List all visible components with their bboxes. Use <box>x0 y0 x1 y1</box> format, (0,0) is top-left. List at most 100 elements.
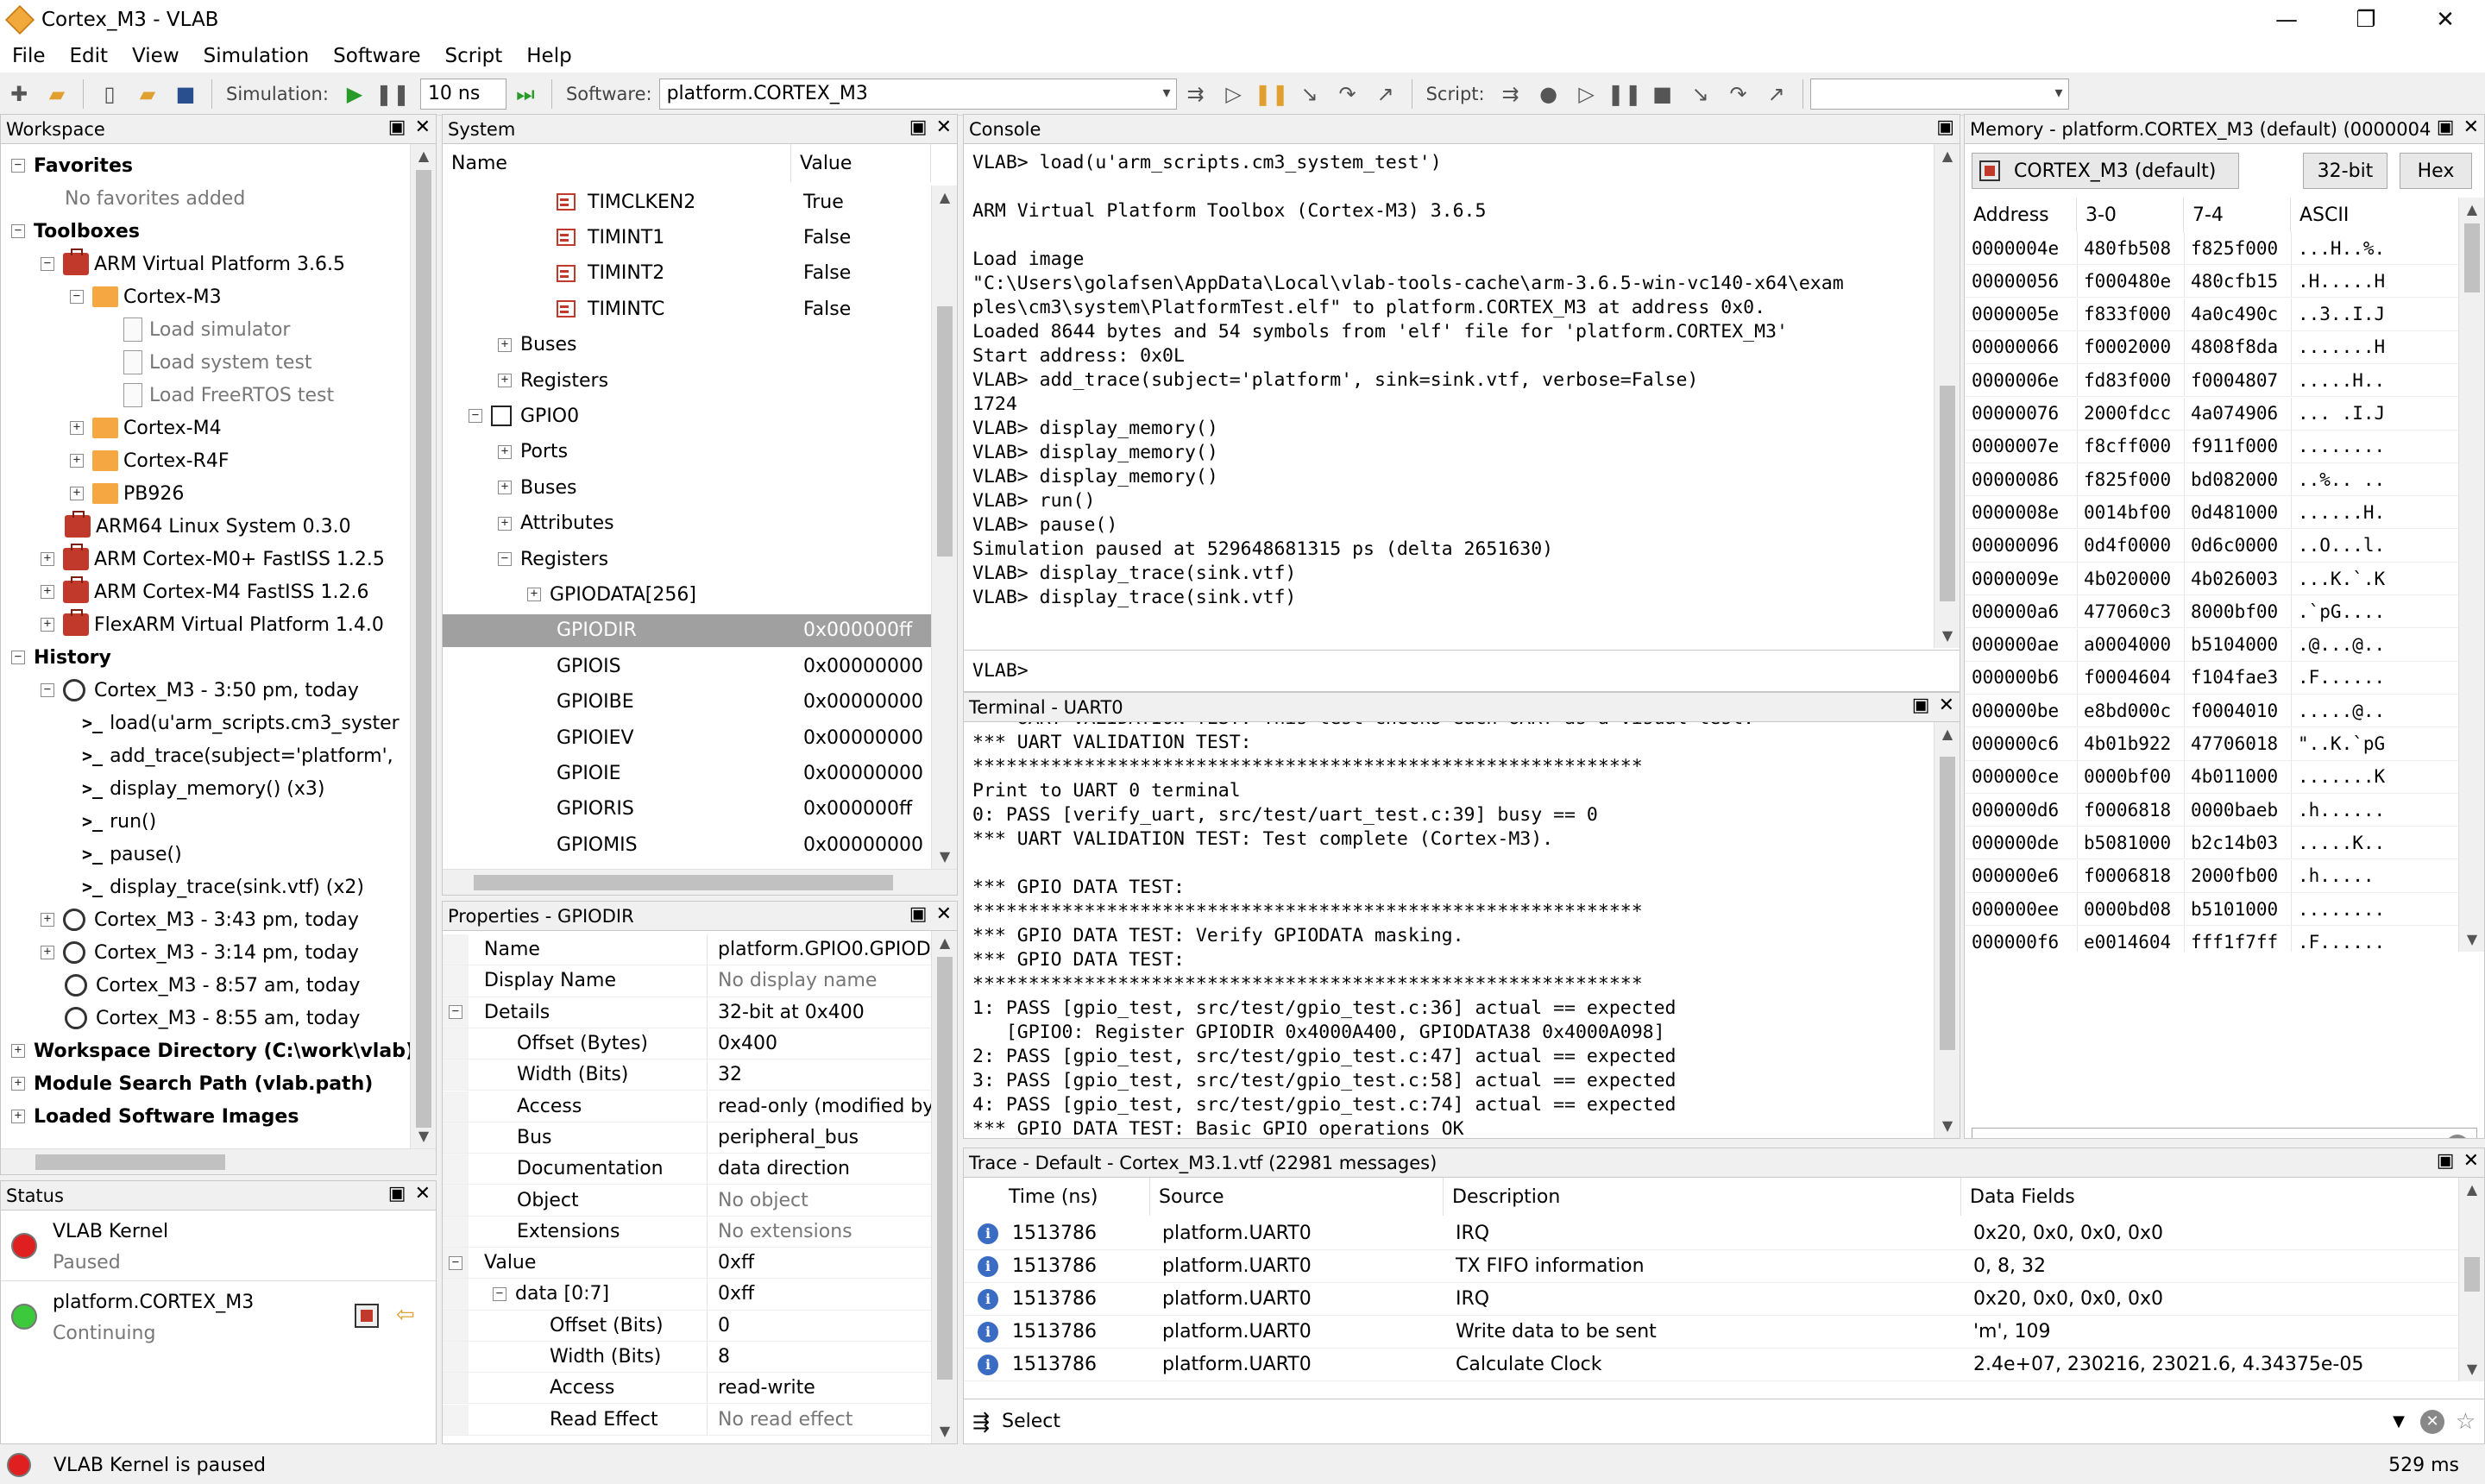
property-row[interactable]: Display Name No display name <box>443 965 931 997</box>
pause-icon[interactable]: ❚❚ <box>375 79 410 110</box>
memory-row[interactable]: 000000de b5081000 b2c14b03 .....K.. <box>1965 827 2458 860</box>
menu-file[interactable]: File <box>0 45 58 67</box>
float-icon[interactable]: ▣ <box>2437 1150 2455 1172</box>
workspace-tree-item[interactable]: >_ display_trace(sink.vtf) (x2) <box>82 871 364 903</box>
memory-row[interactable]: 000000d6 f0006818 0000baeb .h...... <box>1965 794 2458 827</box>
expand-icon[interactable]: + <box>527 588 541 602</box>
expand-icon[interactable]: + <box>41 585 54 599</box>
system-row[interactable]: TIMINTC False <box>443 292 931 325</box>
property-row[interactable]: Documentation data direction <box>443 1154 931 1185</box>
workspace-tree-item[interactable]: >_ load(u'arm_scripts.cm3_syster <box>82 707 399 739</box>
workspace-tree-item[interactable]: − Toolboxes <box>11 215 140 248</box>
system-row[interactable]: GPIOMIS 0x00000000 <box>443 828 931 861</box>
float-icon[interactable]: ▣ <box>909 116 928 138</box>
workspace-tree-item[interactable]: + Cortex_M3 - 3:43 pm, today <box>41 903 359 936</box>
trace-filter-input[interactable]: ⇶ Select ▼ ✕ ☆ <box>964 1399 2484 1443</box>
expand-icon[interactable]: + <box>11 1077 25 1091</box>
chevron-down-icon[interactable]: ▼ <box>2393 1412 2405 1431</box>
memory-row[interactable]: 0000009e 4b020000 4b026003 ...K.`.K <box>1965 563 2458 595</box>
sw-pause-icon[interactable]: ❚❚ <box>1254 79 1288 110</box>
property-row[interactable]: − Value 0xff <box>443 1248 931 1280</box>
expand-icon[interactable]: + <box>41 618 54 632</box>
property-row[interactable]: Offset (Bytes) 0x400 <box>443 1028 931 1060</box>
float-icon[interactable]: ▣ <box>388 116 406 138</box>
collapse-icon[interactable]: − <box>41 257 54 271</box>
workspace-tree-item[interactable]: >_ add_trace(subject='platform', <box>82 739 393 772</box>
width-32bit-button[interactable]: 32-bit <box>2303 153 2387 189</box>
expand-icon[interactable]: + <box>498 481 512 495</box>
expand-icon[interactable]: + <box>498 444 512 459</box>
properties-vscrollbar[interactable]: ▲ ▼ <box>931 931 957 1443</box>
clear-icon[interactable]: ✕ <box>2420 1409 2444 1434</box>
close-icon[interactable]: ✕ <box>1939 695 1954 716</box>
property-row[interactable]: Name platform.GPIO0.GPIODIR <box>443 934 931 966</box>
system-row[interactable]: + Registers <box>443 364 931 397</box>
script-step-out-icon[interactable]: ↗ <box>1761 79 1792 110</box>
script-run-icon[interactable]: ● <box>1533 79 1564 110</box>
step-duration-input[interactable]: 10 ns <box>419 78 506 110</box>
workspace-tree-item[interactable]: + FlexARM Virtual Platform 1.4.0 <box>41 608 384 641</box>
sw-step-over-icon[interactable]: ↷ <box>1332 79 1363 110</box>
workspace-tree-item[interactable]: Cortex_M3 - 8:57 am, today <box>41 969 360 1002</box>
console-vscrollbar[interactable]: ▲ ▼ <box>1934 144 1960 648</box>
workspace-hscrollbar[interactable] <box>1 1148 436 1174</box>
expand-icon[interactable]: + <box>70 454 84 468</box>
property-row[interactable]: Access read-write <box>443 1373 931 1405</box>
close-button[interactable]: ✕ <box>2406 0 2485 40</box>
expand-icon[interactable]: + <box>498 516 512 531</box>
system-row[interactable]: TIMINT1 False <box>443 221 931 254</box>
memory-row[interactable]: 000000ae a0004000 b5104000 .@...@.. <box>1965 628 2458 662</box>
chip-icon[interactable] <box>355 1304 379 1328</box>
trace-vscrollbar[interactable]: ▲ ▼ <box>2458 1178 2484 1381</box>
maximize-button[interactable]: ❐ <box>2326 0 2406 40</box>
run-icon[interactable]: ▶ <box>339 79 370 110</box>
close-icon[interactable]: ✕ <box>415 116 431 138</box>
expand-icon[interactable]: + <box>11 1044 25 1058</box>
system-row[interactable]: GPIOIEV 0x00000000 <box>443 721 931 754</box>
memory-row[interactable]: 0000005e f833f000 4a0c490c ..3..I.J <box>1965 298 2458 331</box>
new-workspace-icon[interactable]: ✚ <box>3 79 35 110</box>
col-source[interactable]: Source <box>1150 1178 1444 1216</box>
collapse-icon[interactable]: − <box>11 159 25 173</box>
clear-icon[interactable]: ✕ <box>2445 1135 2469 1138</box>
system-row[interactable]: − Registers <box>443 543 931 575</box>
sw-step-into-icon[interactable]: ↘ <box>1294 79 1325 110</box>
script-step-into-icon[interactable]: ↘ <box>1685 79 1716 110</box>
software-select[interactable]: platform.CORTEX_M3 ▾ <box>658 78 1177 110</box>
close-icon[interactable]: ✕ <box>2463 1150 2479 1172</box>
system-hscrollbar[interactable] <box>443 869 957 895</box>
workspace-tree-item[interactable]: − Cortex_M3 - 3:50 pm, today <box>41 674 359 707</box>
workspace-tree-item[interactable]: >_ pause() <box>82 838 182 871</box>
system-vscrollbar[interactable]: ▲ ▼ <box>931 186 957 869</box>
col-data-fields[interactable]: Data Fields <box>1961 1178 2460 1216</box>
memory-row[interactable]: 000000ee 0000bd08 b5101000........ <box>1965 893 2458 926</box>
workspace-tree-item[interactable]: + Cortex_M3 - 3:14 pm, today <box>41 936 359 969</box>
expand-icon[interactable]: + <box>11 1110 25 1123</box>
goto-source-icon[interactable]: ⇦ <box>396 1302 415 1328</box>
script-stop-icon[interactable]: ■ <box>1647 79 1678 110</box>
close-icon[interactable]: ✕ <box>2463 116 2479 138</box>
col-address[interactable]: Address <box>1965 198 2077 232</box>
menu-simulation[interactable]: Simulation <box>192 45 322 67</box>
workspace-tree-item[interactable]: + PB926 <box>70 477 184 510</box>
workspace-tree-item[interactable]: + Loaded Software Images <box>11 1100 299 1133</box>
script-step-over-icon[interactable]: ↷ <box>1723 79 1754 110</box>
memory-vscrollbar[interactable]: ▲ ▼ <box>2458 198 2484 952</box>
minimize-button[interactable]: — <box>2247 0 2326 40</box>
property-row[interactable]: Width (Bits) 32 <box>443 1060 931 1091</box>
workspace-tree-item[interactable]: Load FreeRTOS test <box>99 379 334 412</box>
collapse-icon[interactable]: − <box>493 1286 506 1301</box>
open-folder-icon[interactable]: ▰ <box>41 79 72 110</box>
step-icon[interactable]: ⏭ <box>510 79 541 110</box>
menu-help[interactable]: Help <box>514 45 583 67</box>
system-row[interactable]: + Attributes <box>443 507 931 540</box>
collapse-icon[interactable]: − <box>498 552 512 566</box>
sw-step-out-icon[interactable]: ↗ <box>1370 79 1401 110</box>
status-item-cpu[interactable]: platform.CORTEX_M3 Continuing ⇦ <box>1 1281 436 1352</box>
float-icon[interactable]: ▣ <box>388 1183 406 1204</box>
workspace-tree-item[interactable]: − History <box>11 641 111 674</box>
workspace-tree-item[interactable]: − Cortex-M3 <box>70 280 222 313</box>
terminal-vscrollbar[interactable]: ▲ ▼ <box>1934 722 1960 1138</box>
float-icon[interactable]: ▣ <box>909 903 928 925</box>
memory-row[interactable]: 000000b6 f0004604 f104fae3 .F...... <box>1965 661 2458 695</box>
